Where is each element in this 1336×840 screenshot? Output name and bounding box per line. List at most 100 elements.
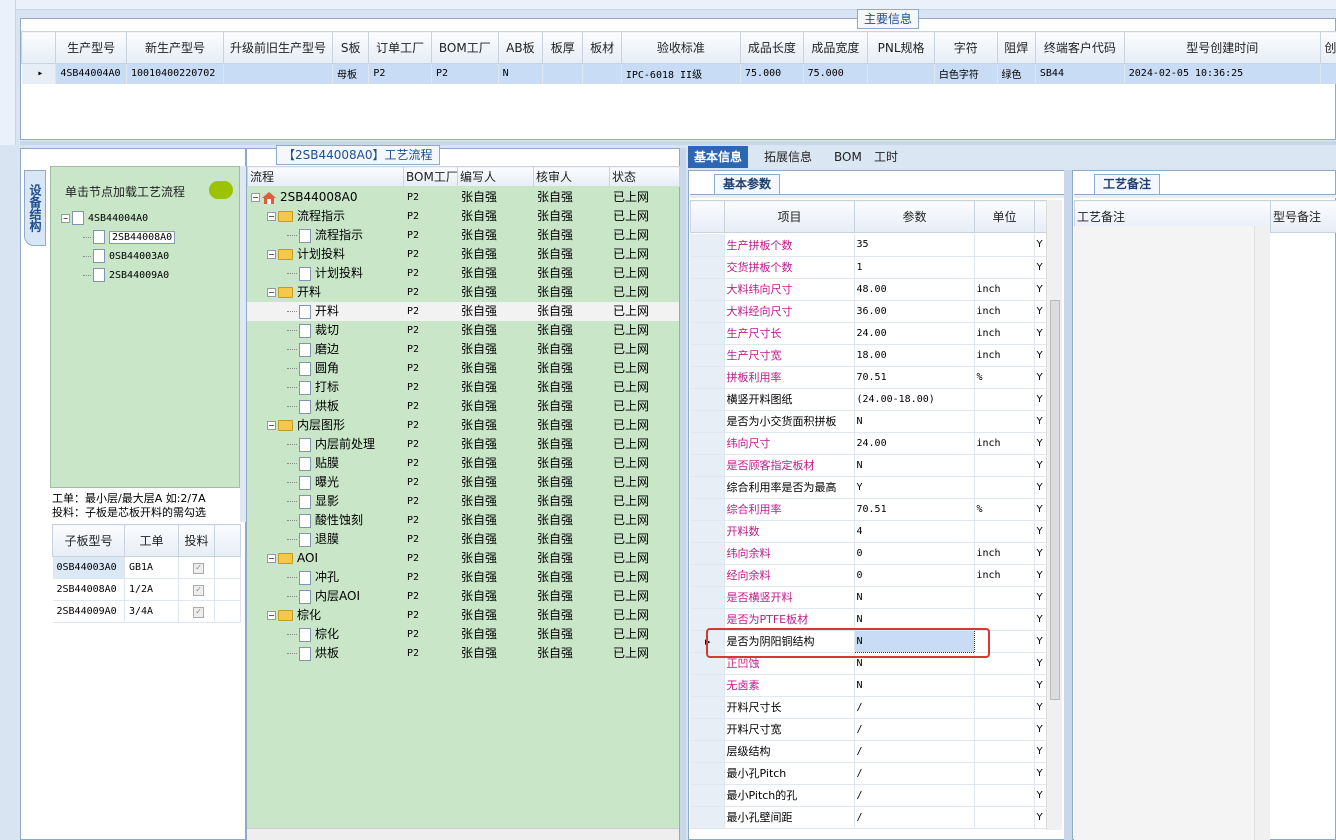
param-value[interactable]: 0 xyxy=(854,564,975,587)
column-header[interactable]: 板厚 xyxy=(542,31,584,64)
process-row[interactable]: − 内层图形 P2 张自强 张自强 已上网 xyxy=(247,416,679,435)
param-row[interactable]: 纬向尺寸 24.00 inch Y xyxy=(690,432,1046,455)
column-header[interactable]: 板材 xyxy=(582,31,622,64)
param-value[interactable]: (24.00-18.00) xyxy=(854,388,975,411)
process-column-header[interactable]: 流程 xyxy=(247,166,404,187)
param-row[interactable]: 层级结构 / Y xyxy=(690,740,1046,763)
checkbox-icon[interactable]: ✓ xyxy=(193,562,204,574)
process-row[interactable]: 打标 P2 张自强 张自强 已上网 xyxy=(247,378,679,397)
col-item[interactable]: 项目 xyxy=(724,200,855,233)
param-row[interactable]: 大料经向尺寸 36.00 inch Y xyxy=(690,300,1046,323)
process-row[interactable]: 计划投料 P2 张自强 张自强 已上网 xyxy=(247,264,679,283)
subtab-basic-params[interactable]: 基本参数 xyxy=(714,174,781,194)
param-row[interactable]: 是否为PTFE板材 N Y xyxy=(690,608,1046,631)
table-cell[interactable]: 2024-02-05 10:36:25 xyxy=(1124,63,1321,84)
table-row[interactable]: 2SB44008A0 1/2A ✓ xyxy=(52,578,241,601)
column-header[interactable]: PNL规格 xyxy=(867,31,935,64)
tab-extended-info[interactable]: 拓展信息 xyxy=(758,146,818,168)
column-header[interactable]: 创 xyxy=(1319,31,1336,64)
col-sub-board[interactable]: 子板型号 xyxy=(52,524,125,557)
table-cell[interactable]: 绿色 xyxy=(997,63,1036,84)
work-order-cell[interactable]: 3/4A xyxy=(124,600,179,623)
column-header[interactable]: 验收标准 xyxy=(620,31,742,64)
process-column-header[interactable]: 状态 xyxy=(609,166,680,187)
param-value[interactable]: 35 xyxy=(854,234,975,257)
collapse-icon[interactable]: − xyxy=(267,250,276,259)
process-row[interactable]: 流程指示 P2 张自强 张自强 已上网 xyxy=(247,226,679,245)
table-cell[interactable]: SB44 xyxy=(1035,63,1125,84)
process-row[interactable]: 烘板 P2 张自强 张自强 已上网 xyxy=(247,644,679,663)
col-feeding[interactable]: 投料 xyxy=(178,524,215,557)
param-value[interactable]: / xyxy=(854,740,975,763)
param-value[interactable]: / xyxy=(854,784,975,807)
process-row[interactable]: − 棕化 P2 张自强 张自强 已上网 xyxy=(247,606,679,625)
collapse-icon[interactable]: − xyxy=(267,611,276,620)
table-cell[interactable] xyxy=(867,63,935,84)
column-header[interactable]: S板 xyxy=(332,31,370,64)
param-row[interactable]: 纬向余料 0 inch Y xyxy=(690,542,1046,565)
tree-node[interactable]: 2SB44008A0 xyxy=(61,230,176,249)
work-order-cell[interactable]: 1/2A xyxy=(124,578,179,601)
middle-splitter[interactable] xyxy=(680,148,686,840)
process-row[interactable]: 磨边 P2 张自强 张自强 已上网 xyxy=(247,340,679,359)
param-row[interactable]: 生产拼板个数 35 Y xyxy=(690,234,1046,257)
params-vscroll[interactable] xyxy=(1046,200,1062,830)
table-cell[interactable]: N xyxy=(498,63,544,84)
param-value[interactable]: 48.00 xyxy=(854,278,975,301)
process-row[interactable]: 开料 P2 张自强 张自强 已上网 xyxy=(247,302,679,321)
param-value[interactable]: N xyxy=(854,674,975,697)
tree-node[interactable]: 2SB44009A0 xyxy=(61,268,175,287)
param-value[interactable]: / xyxy=(854,762,975,785)
param-row[interactable]: 交货拼板个数 1 Y xyxy=(690,256,1046,279)
param-row[interactable]: 是否顾客指定板材 N Y xyxy=(690,454,1046,477)
table-cell[interactable]: P2 xyxy=(431,63,499,84)
param-row[interactable]: 综合利用率是否为最高 Y Y xyxy=(690,476,1046,499)
process-row[interactable]: 贴膜 P2 张自强 张自强 已上网 xyxy=(247,454,679,473)
param-row[interactable]: 大料纬向尺寸 48.00 inch Y xyxy=(690,278,1046,301)
column-header[interactable]: 升级前旧生产型号 xyxy=(222,31,334,64)
param-value[interactable]: Y xyxy=(854,476,975,499)
collapse-icon[interactable]: − xyxy=(267,421,276,430)
process-column-header[interactable]: 编写人 xyxy=(457,166,534,187)
process-row[interactable]: 内层前处理 P2 张自强 张自强 已上网 xyxy=(247,435,679,454)
process-row[interactable]: − 2SB44008A0 P2 张自强 张自强 已上网 xyxy=(247,188,679,207)
column-header[interactable]: 生产型号 xyxy=(55,31,128,64)
table-cell[interactable] xyxy=(582,63,622,84)
process-row[interactable]: 酸性蚀刻 P2 张自强 张自强 已上网 xyxy=(247,511,679,530)
collapse-icon[interactable]: − xyxy=(267,212,276,221)
tree-node[interactable]: 0SB44003A0 xyxy=(61,249,175,268)
column-header[interactable]: 订单工厂 xyxy=(368,31,432,64)
process-row[interactable]: − AOI P2 张自强 张自强 已上网 xyxy=(247,549,679,568)
param-row[interactable]: 是否为小交货面积拼板 N Y xyxy=(690,410,1046,433)
process-hscroll[interactable] xyxy=(247,828,679,840)
subtab-process-remark[interactable]: 工艺备注 xyxy=(1094,174,1161,194)
param-value[interactable]: 0 xyxy=(854,542,975,565)
col-param[interactable]: 参数 xyxy=(854,200,975,233)
right-splitter[interactable] xyxy=(1064,170,1072,840)
col-unit[interactable]: 单位 xyxy=(974,200,1035,233)
tab-bom[interactable]: BOM xyxy=(828,146,868,168)
param-value[interactable]: / xyxy=(854,806,975,829)
param-row[interactable]: 无卤素 N Y xyxy=(690,674,1046,697)
table-cell[interactable]: P2 xyxy=(368,63,432,84)
param-value[interactable]: 4 xyxy=(854,520,975,543)
process-column-header[interactable]: 核审人 xyxy=(533,166,610,187)
table-cell[interactable] xyxy=(223,63,334,84)
param-value[interactable]: 24.00 xyxy=(854,432,975,455)
param-value[interactable]: 24.00 xyxy=(854,322,975,345)
process-row[interactable]: 裁切 P2 张自强 张自强 已上网 xyxy=(247,321,679,340)
collapse-icon[interactable]: − xyxy=(267,554,276,563)
param-row[interactable]: 是否横竖开料 N Y xyxy=(690,586,1046,609)
param-value[interactable]: 18.00 xyxy=(854,344,975,367)
param-value[interactable]: N xyxy=(854,608,975,631)
param-row[interactable]: 开料数 4 Y xyxy=(690,520,1046,543)
tree-node-root[interactable]: − 4SB44004A0 xyxy=(61,211,175,230)
column-header[interactable]: 成品长度 xyxy=(740,31,804,64)
col-model-remark[interactable]: 型号备注 xyxy=(1270,200,1336,233)
param-row[interactable]: 拼板利用率 70.51% Y xyxy=(690,366,1046,389)
param-value[interactable]: 36.00 xyxy=(854,300,975,323)
remark-vscroll[interactable] xyxy=(1254,226,1270,840)
process-remark-field[interactable] xyxy=(1074,226,1270,840)
table-cell[interactable]: 白色字符 xyxy=(934,63,998,84)
table-cell[interactable]: 母板 xyxy=(332,63,370,84)
